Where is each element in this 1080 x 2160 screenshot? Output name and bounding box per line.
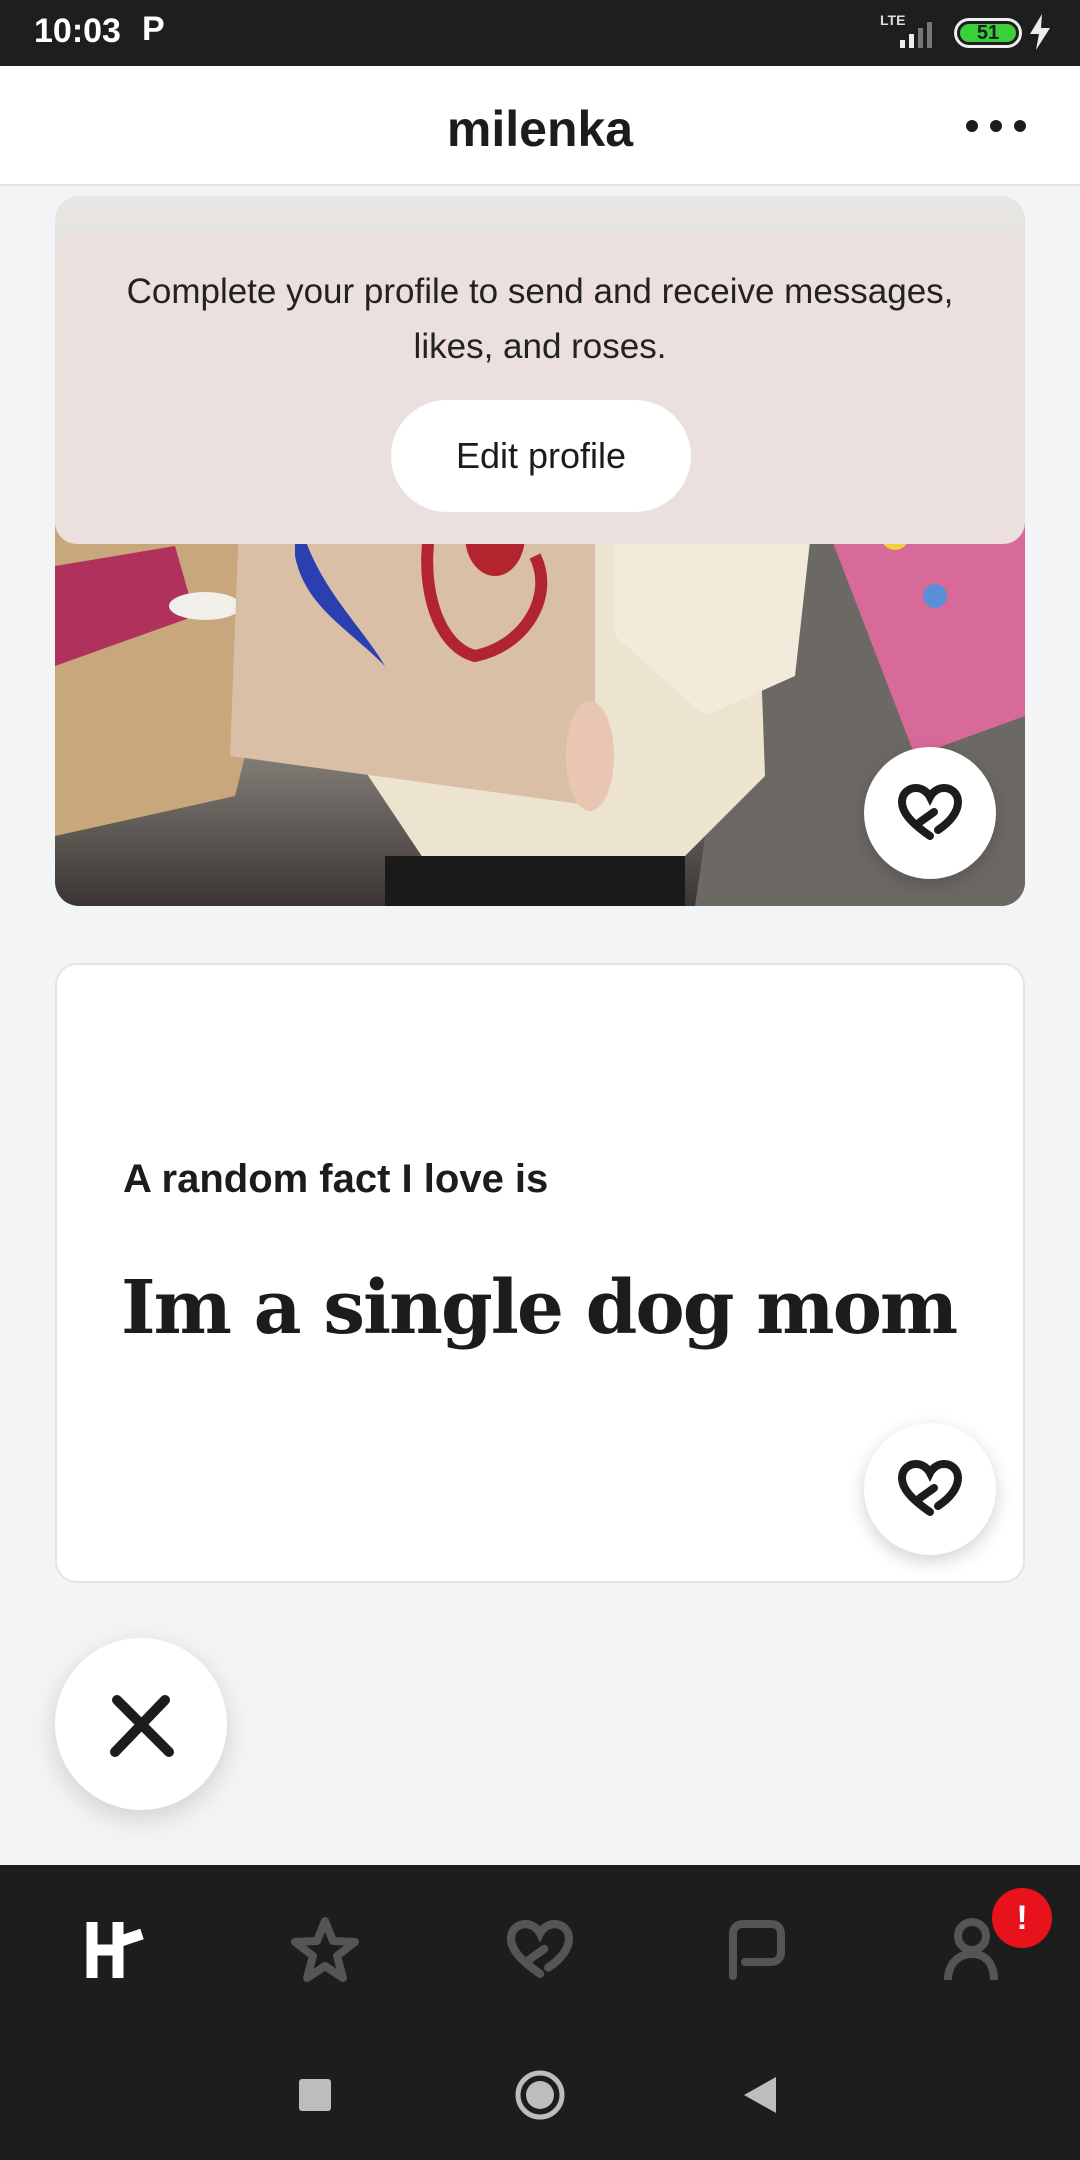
- home-icon: [86, 1922, 144, 1978]
- skip-button[interactable]: [55, 1638, 227, 1810]
- edit-profile-button[interactable]: Edit profile: [391, 400, 691, 512]
- prompt-question: A random fact I love is: [123, 1157, 549, 1201]
- nav-likes[interactable]: [495, 1905, 585, 1995]
- prompt-answer: Im a single dog mom: [121, 1265, 958, 1351]
- status-bar: 10:03 P LTE 51: [0, 0, 1080, 66]
- back-triangle-icon: [744, 2077, 776, 2113]
- battery-level: 51: [960, 22, 1016, 44]
- chat-icon: [729, 1920, 785, 1980]
- like-prompt-button[interactable]: [864, 1423, 996, 1555]
- app-header: milenka: [0, 66, 1080, 186]
- close-icon: [110, 1695, 174, 1757]
- notification-badge: !: [992, 1888, 1052, 1948]
- back-button[interactable]: [730, 2065, 790, 2125]
- recents-button[interactable]: [285, 2065, 345, 2125]
- profile-icon: [944, 1918, 998, 1981]
- home-button[interactable]: [510, 2065, 570, 2125]
- nav-chats[interactable]: [710, 1905, 800, 1995]
- nav-home[interactable]: [70, 1905, 160, 1995]
- page-title: milenka: [446, 101, 634, 157]
- more-options-icon[interactable]: [966, 106, 1026, 146]
- status-time: 10:03: [34, 12, 121, 50]
- banner-message: Complete your profile to send and receiv…: [126, 272, 954, 366]
- system-nav: [0, 2025, 1080, 2160]
- heart-icon: [898, 1460, 962, 1516]
- charging-icon: [1030, 14, 1050, 50]
- bottom-nav: [0, 1865, 1080, 2025]
- app-notification-icon: P: [142, 10, 165, 48]
- battery-icon: 51: [954, 18, 1022, 48]
- signal-icon: [900, 22, 932, 48]
- circle-icon: [515, 2070, 565, 2120]
- star-icon: [291, 1917, 359, 1982]
- like-photo-button[interactable]: [864, 747, 996, 879]
- square-icon: [299, 2079, 331, 2111]
- heart-icon: [506, 1920, 574, 1978]
- complete-profile-banner: Complete your profile to send and receiv…: [55, 232, 1025, 544]
- nav-standouts[interactable]: [280, 1905, 370, 1995]
- heart-icon: [898, 784, 962, 840]
